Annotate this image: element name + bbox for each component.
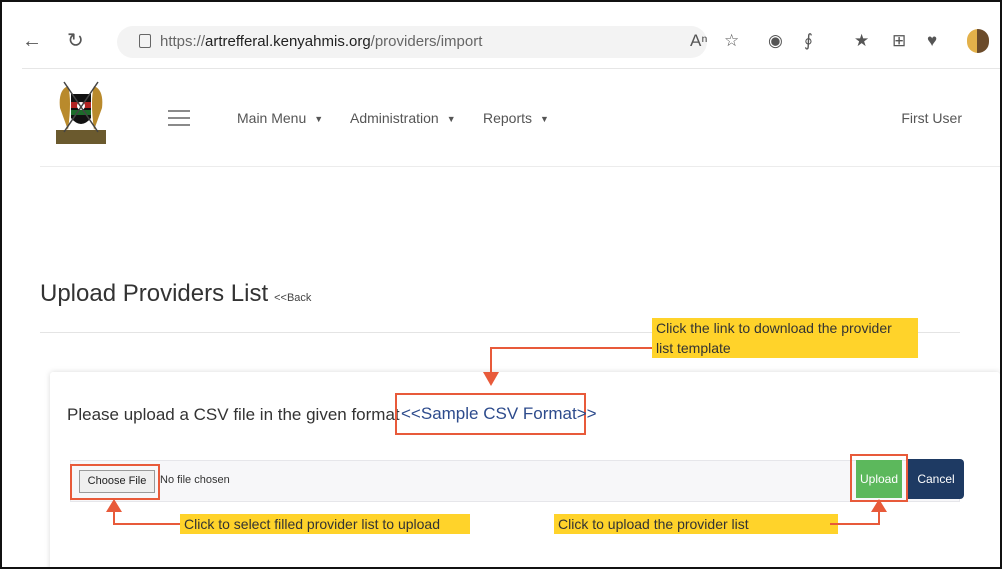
- caret-down-icon: ▼: [540, 114, 549, 125]
- arrow-to-sample-link: [490, 347, 652, 374]
- nav-main-menu-label: Main Menu: [237, 110, 307, 126]
- copilot-icon[interactable]: ∮: [804, 30, 813, 52]
- nav-administration-label: Administration: [350, 110, 439, 126]
- upload-instruction: Please upload a CSV file in the given fo…: [67, 405, 400, 424]
- nav-administration[interactable]: Administration ▼: [350, 110, 456, 126]
- user-menu[interactable]: First User: [901, 110, 962, 126]
- refresh-icon[interactable]: ↻: [67, 29, 84, 53]
- callout-select-file: Click to select filled provider list to …: [180, 514, 470, 534]
- file-status: No file chosen: [160, 474, 230, 486]
- caret-down-icon: ▼: [446, 114, 456, 125]
- app-navbar: Main Menu ▼ Administration ▼ Reports ▼ Firs…: [40, 68, 1000, 167]
- nav-main-menu[interactable]: Main Menu ▼: [237, 110, 323, 126]
- callout-line: Click the link to download the provider: [656, 320, 892, 336]
- favorites-icon[interactable]: ★: [854, 30, 869, 52]
- browser-toolbar: ← ↻ https://artrefferal.kenyahmis.org/pr…: [22, 18, 1000, 69]
- profile-avatar[interactable]: [967, 29, 989, 53]
- callout-line: list template: [656, 340, 731, 356]
- back-icon[interactable]: ←: [22, 29, 42, 53]
- nav-reports[interactable]: Reports ▼: [483, 110, 549, 126]
- favorite-add-icon[interactable]: ☆: [724, 30, 739, 52]
- upload-button[interactable]: Upload: [856, 460, 902, 498]
- sample-csv-link[interactable]: <<Sample CSV Format>>: [401, 404, 597, 424]
- address-bar[interactable]: https://artrefferal.kenyahmis.org/provid…: [117, 26, 707, 58]
- coat-of-arms-logo[interactable]: [54, 80, 108, 146]
- hamburger-menu-icon[interactable]: [168, 110, 190, 126]
- back-link[interactable]: <<Back: [274, 292, 311, 304]
- caret-down-icon: ▼: [314, 114, 324, 125]
- callout-upload: Click to upload the provider list: [554, 514, 838, 534]
- screenshot-frame: ← ↻ https://artrefferal.kenyahmis.org/pr…: [0, 0, 1002, 569]
- collections-icon[interactable]: ⊞: [892, 30, 906, 52]
- extension-icon[interactable]: ◉: [768, 30, 783, 52]
- page-title-text: Upload Providers List: [40, 280, 269, 307]
- choose-file-button[interactable]: Choose File: [79, 470, 155, 493]
- callout-download-template: Click the link to download the provider …: [652, 318, 918, 358]
- url-text: https://artrefferal.kenyahmis.org/provid…: [160, 33, 483, 50]
- read-aloud-icon[interactable]: Aⁿ: [690, 30, 708, 52]
- nav-reports-label: Reports: [483, 110, 533, 126]
- cancel-button[interactable]: Cancel: [908, 459, 964, 499]
- lock-icon: [139, 34, 151, 48]
- page-title: Upload Providers List <<Back: [40, 280, 311, 308]
- heart-icon[interactable]: ♥: [927, 30, 937, 52]
